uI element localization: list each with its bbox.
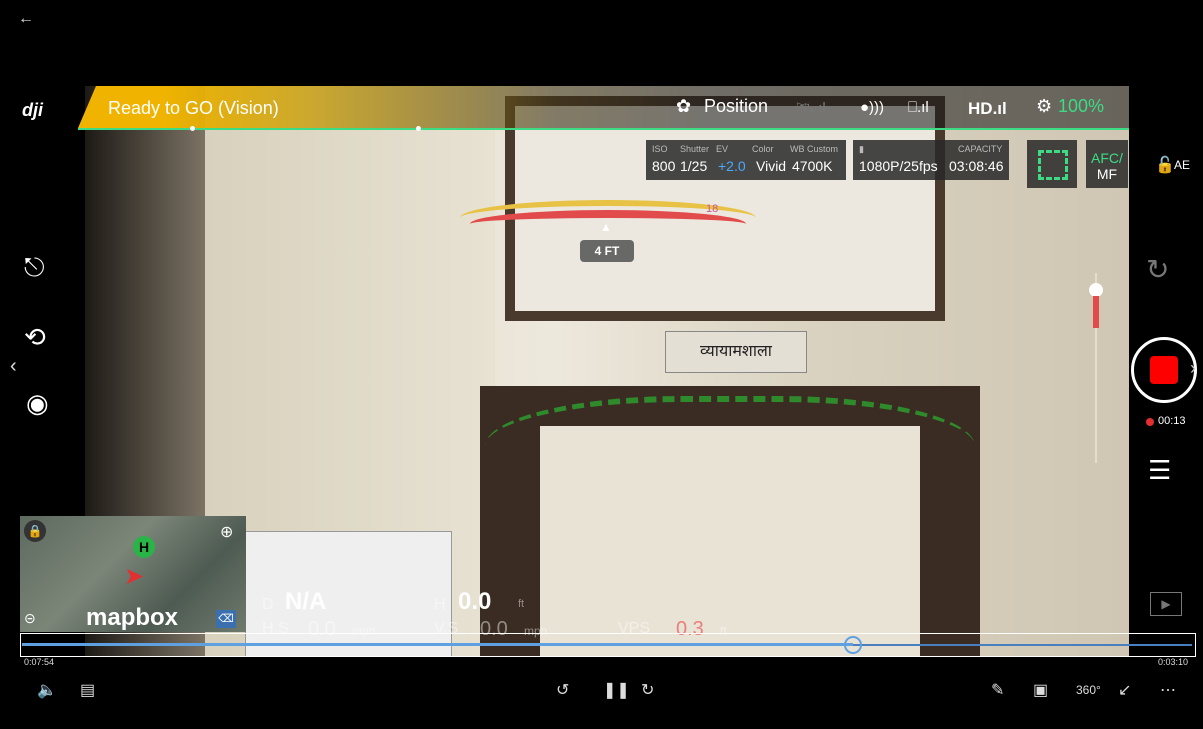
chevron-right-icon[interactable]: › — [1190, 358, 1196, 379]
obstacle-distance: 4 FT — [580, 240, 634, 262]
recording-time: 00:13 — [1158, 415, 1186, 427]
gimbal-slider-range — [1093, 296, 1099, 328]
settings-sliders-icon[interactable]: ☰ — [1148, 455, 1171, 486]
hd-label: HD — [968, 99, 993, 118]
ev-label: EV — [716, 144, 729, 154]
playback-icon[interactable]: ▶ — [1150, 592, 1182, 616]
drone-icon: ✿ — [676, 96, 692, 116]
vision-signal-icon[interactable]: ●))) — [860, 99, 884, 116]
battery-icon: ⚙ — [1036, 96, 1053, 116]
picture-in-picture-icon[interactable]: ▣ — [1033, 680, 1048, 700]
pause-icon[interactable]: ❚❚ — [603, 680, 630, 700]
minimize-icon[interactable]: ↙ — [1118, 680, 1131, 700]
wb-value: 4700K — [792, 158, 833, 174]
eraser-icon[interactable]: ⌫ — [216, 610, 236, 628]
forward-30-icon[interactable]: ↻ — [641, 680, 654, 700]
mini-map[interactable]: 🔒 ⊕ H ➤ ⊝ mapbox ⌫ — [20, 516, 246, 632]
gimbal-slider-knob[interactable] — [1089, 283, 1103, 297]
gps-signal-icon[interactable]: 🛰.ıl — [795, 99, 826, 117]
storage-params[interactable]: ▮ CAPACITY 1080P/25fps 03:08:46 — [853, 140, 1009, 180]
obstacle-marker: 18 — [706, 203, 719, 215]
battery-line — [78, 128, 1178, 130]
home-point-marker: H — [133, 536, 155, 558]
focus-mode-top: AFC/ — [1091, 150, 1123, 166]
seek-bar-played — [22, 643, 853, 646]
focus-mode-button[interactable]: AFC/ MF — [1086, 140, 1128, 188]
distance-value: N/A — [285, 588, 327, 615]
color-label: Color — [752, 144, 774, 154]
camera-switch-icon[interactable]: ↻ — [1146, 253, 1169, 286]
takeoff-icon[interactable]: ⎋ — [24, 252, 45, 284]
rec-dot — [1146, 418, 1154, 426]
ev-value: +2.0 — [718, 158, 746, 174]
camera-params[interactable]: ISO Shutter EV Color WB Custom 800 1/25 … — [646, 140, 846, 180]
volume-icon[interactable]: 🔈 — [37, 680, 57, 700]
aircraft-lock-icon[interactable]: 🔒 — [24, 520, 46, 542]
edit-icon[interactable]: ✎ — [991, 680, 1004, 700]
battery-percent[interactable]: 100% — [1058, 96, 1104, 117]
battery-marker — [416, 126, 421, 131]
view-360-icon[interactable]: 360° — [1076, 683, 1101, 697]
shutter-value: 1/25 — [680, 158, 708, 174]
signal-bars-icon: .ıl — [992, 99, 1007, 118]
wb-label: WB Custom — [790, 144, 839, 154]
iso-label: ISO — [652, 144, 668, 154]
focus-frame-button[interactable] — [1027, 140, 1077, 188]
back-arrow-icon[interactable]: ← — [18, 10, 34, 28]
flight-mode[interactable]: Position — [704, 96, 768, 117]
crosshair-icon[interactable]: ⊕ — [220, 522, 233, 542]
iso-value: 800 — [652, 158, 676, 174]
remaining-time: 0:03:10 — [1158, 657, 1189, 667]
more-options-icon[interactable]: ⋯ — [1160, 680, 1176, 700]
focus-mode-bottom: MF — [1096, 166, 1118, 182]
shutter-label: Shutter — [680, 144, 710, 154]
flight-status[interactable]: Ready to GO (Vision) — [108, 98, 279, 119]
lock-icon[interactable]: 🔓 — [1155, 155, 1175, 175]
sign-board: व्यायामशाला — [665, 331, 807, 373]
remote-signal-icon[interactable]: ⎕.ıl — [908, 99, 929, 116]
elapsed-time: 0:07:54 — [24, 657, 55, 667]
color-value: Vivid — [756, 158, 787, 174]
height-unit: ft — [518, 598, 525, 610]
captions-icon[interactable]: ▤ — [80, 680, 95, 700]
hd-signal[interactable]: HD.ıl — [968, 99, 1007, 119]
dji-logo: dji — [22, 100, 43, 120]
mapbox-logo: mapbox — [86, 604, 179, 631]
capacity: 03:08:46 — [949, 158, 1004, 174]
sd-card-icon: ▮ — [859, 144, 864, 154]
distance-label: D — [262, 596, 274, 613]
focus-frame-icon — [1038, 150, 1068, 180]
return-home-icon[interactable]: ⟲ — [24, 322, 46, 353]
flower-garland — [485, 396, 975, 522]
height-label: H — [434, 596, 446, 613]
record-stop-icon — [1150, 356, 1178, 384]
aircraft-icon: ➤ — [124, 563, 145, 590]
height-value: 0.0 — [458, 588, 492, 615]
battery-marker — [190, 126, 195, 131]
smart-flight-icon[interactable]: ◉ — [26, 388, 49, 419]
rewind-10-icon[interactable]: ↺ — [556, 680, 569, 700]
resolution: 1080P/25fps — [859, 158, 938, 174]
zoom-out-icon[interactable]: ⊝ — [24, 610, 36, 627]
seek-bar-knob[interactable] — [844, 636, 862, 654]
chevron-left-icon[interactable]: ‹ — [10, 355, 17, 378]
ae-lock-label[interactable]: AE — [1174, 158, 1190, 172]
capacity-label: CAPACITY — [958, 144, 1003, 154]
obstacle-pointer-icon: ▲ — [600, 220, 612, 234]
